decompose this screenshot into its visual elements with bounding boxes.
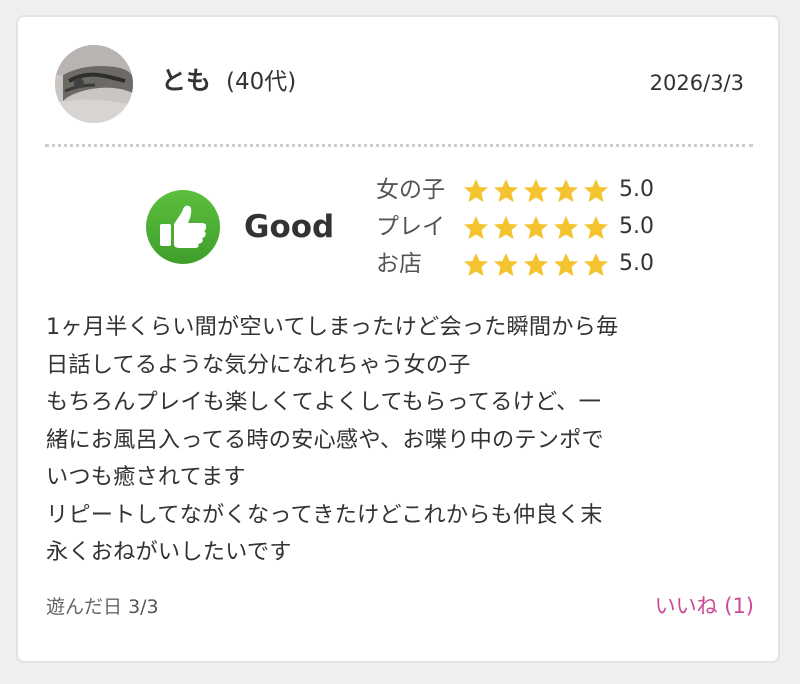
rating-label: お店 xyxy=(376,251,422,277)
review-text-line: 永くおねがいしたいです xyxy=(46,539,292,565)
star-rating xyxy=(464,179,608,202)
review-text-line: 1ヶ月半くらい間が空いてしまったけど会った瞬間から毎 xyxy=(46,314,619,340)
review-text-line: 日話してるような気分になれちゃう女の子 xyxy=(46,351,471,378)
played-date-value: 3/3 xyxy=(128,596,159,618)
rating-score: 5.0 xyxy=(619,214,654,239)
review-card: とも (40代) 2026/3/3 Good 女の子 5.0 プレイ 5.0 お… xyxy=(16,15,780,663)
rating-score: 5.0 xyxy=(619,177,654,202)
review-text-line: もちろんプレイも楽しくてよくしてもらってるけど、一 xyxy=(46,389,602,415)
rating-label: プレイ xyxy=(376,214,445,240)
user-avatar-photo xyxy=(55,45,133,123)
avatar[interactable] xyxy=(55,45,133,123)
thumbs-up-icon xyxy=(144,188,222,266)
rating-score: 5.0 xyxy=(619,251,654,276)
rating-label: 女の子 xyxy=(376,177,445,203)
played-date-label: 遊んだ日 xyxy=(46,596,123,618)
overall-rating-label: Good xyxy=(244,209,335,245)
review-text-line: リピートしてながくなってきたけどこれからも仲良く末 xyxy=(46,501,603,528)
like-button[interactable]: いいね (1) xyxy=(655,590,754,622)
review-text-line: いつも癒されてます xyxy=(46,464,246,490)
star-rating xyxy=(464,253,608,276)
review-text: 1ヶ月半くらい間が空いてしまったけど会った瞬間から毎 日話してるような気分になれ… xyxy=(46,309,758,572)
star-rating xyxy=(464,216,608,239)
username: とも xyxy=(161,66,212,95)
review-date: 2026/3/3 xyxy=(649,71,744,95)
header-divider xyxy=(45,144,753,147)
played-date: 遊んだ日 3/3 xyxy=(46,592,159,622)
user-age-group: (40代) xyxy=(226,69,297,95)
review-text-line: 緒にお風呂入ってる時の安心感や、お喋り中のテンポで xyxy=(46,426,604,453)
